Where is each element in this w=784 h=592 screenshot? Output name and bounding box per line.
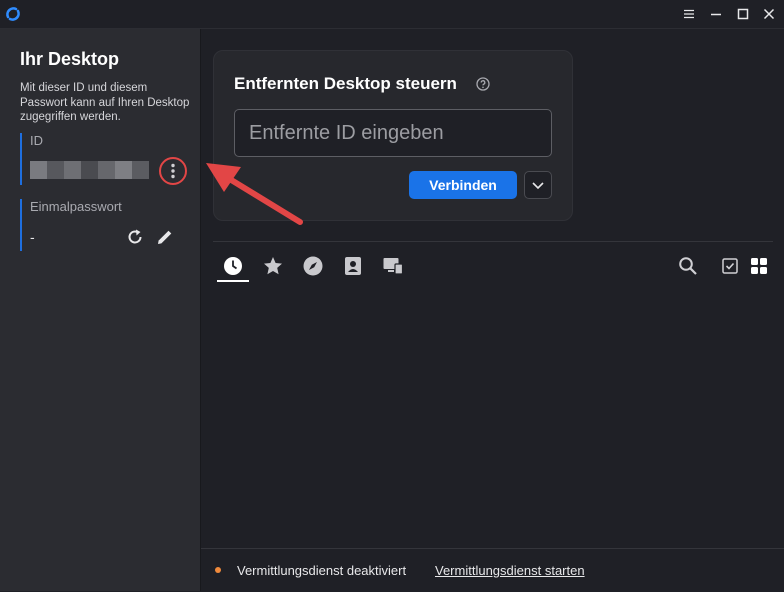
remote-id-input[interactable] [234, 109, 552, 157]
help-icon[interactable] [476, 77, 490, 91]
password-label: Einmalpasswort [30, 199, 122, 214]
sidebar-title: Ihr Desktop [20, 49, 120, 69]
id-more-options-button[interactable] [159, 157, 187, 185]
edit-pencil-icon[interactable] [155, 227, 175, 247]
main-panel: Entfernten Desktop steuern Verbinden [201, 29, 784, 592]
lan-devices-icon[interactable] [382, 255, 404, 277]
grid-view-icon[interactable] [748, 255, 770, 277]
refresh-icon[interactable] [125, 227, 145, 247]
id-value-redacted[interactable] [30, 161, 149, 179]
status-indicator [215, 567, 221, 573]
menu-icon[interactable] [681, 6, 697, 22]
connect-card: Entfernten Desktop steuern Verbinden [213, 50, 573, 221]
minimize-icon[interactable] [708, 6, 724, 22]
close-icon[interactable] [761, 6, 777, 22]
status-text: Vermittlungsdienst deaktiviert [237, 563, 407, 578]
compass-icon[interactable] [302, 255, 324, 277]
status-bar: Vermittlungsdienst deaktiviert Vermittlu… [201, 548, 784, 592]
title-bar [0, 0, 784, 29]
start-service-link[interactable]: Vermittlungsdienst starten [435, 563, 585, 578]
connect-options-dropdown[interactable] [524, 171, 552, 199]
checkbox-icon[interactable] [719, 255, 741, 277]
session-tabs [213, 241, 773, 284]
star-icon[interactable] [262, 255, 284, 277]
chevron-down-icon [532, 182, 544, 190]
sidebar-description: Mit dieser ID und diesem Passwort kann a… [20, 82, 190, 123]
maximize-icon[interactable] [735, 6, 751, 22]
address-book-icon[interactable] [342, 255, 364, 277]
app-logo-icon [6, 7, 20, 21]
clock-icon[interactable] [222, 255, 244, 277]
password-value: - [30, 229, 35, 245]
id-label: ID [30, 133, 43, 148]
active-tab-indicator [217, 280, 249, 282]
search-icon[interactable] [677, 255, 699, 277]
connect-card-title: Entfernten Desktop steuern [234, 74, 457, 93]
sidebar: Ihr Desktop Mit dieser ID und diesem Pas… [0, 29, 201, 591]
more-options-icon [171, 163, 175, 179]
connect-button[interactable]: Verbinden [409, 171, 517, 199]
